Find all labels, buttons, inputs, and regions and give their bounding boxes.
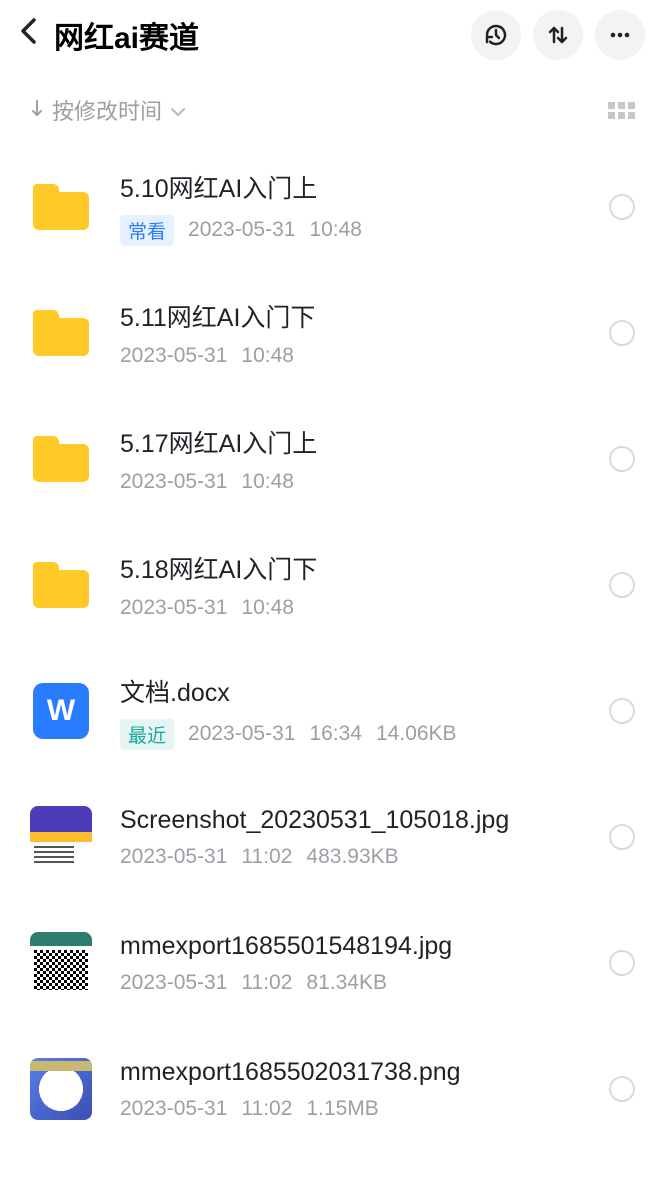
item-date: 2023-05-31 (120, 845, 227, 869)
sort-label[interactable]: 按修改时间 (52, 94, 162, 126)
item-date: 2023-05-31 (120, 1097, 227, 1121)
select-radio[interactable] (609, 320, 635, 346)
transfer-icon (545, 22, 571, 48)
image-thumbnail (30, 806, 92, 868)
item-time: 11:02 (241, 1097, 292, 1121)
item-time: 10:48 (241, 344, 294, 368)
item-subtitle: 2023-05-31 11:02 1.15MB (120, 1097, 595, 1121)
item-size: 1.15MB (306, 1097, 378, 1121)
item-time: 16:34 (309, 722, 362, 746)
item-meta: mmexport1685501548194.jpg 2023-05-31 11:… (120, 932, 595, 995)
item-meta: 5.11网红AI入门下 2023-05-31 10:48 (120, 298, 595, 368)
transfer-button[interactable] (533, 10, 583, 60)
item-subtitle: 2023-05-31 11:02 483.93KB (120, 845, 595, 869)
item-meta: Screenshot_20230531_105018.jpg 2023-05-3… (120, 806, 595, 869)
item-time: 10:48 (241, 596, 294, 620)
word-doc-icon: W (30, 680, 92, 742)
view-toggle-button[interactable] (608, 102, 635, 119)
more-icon (607, 22, 633, 48)
item-size: 483.93KB (306, 845, 398, 869)
item-time: 10:48 (309, 218, 362, 242)
item-date: 2023-05-31 (120, 344, 227, 368)
list-item[interactable]: mmexport1685501548194.jpg 2023-05-31 11:… (0, 900, 665, 1026)
item-meta: 5.17网红AI入门上 2023-05-31 10:48 (120, 424, 595, 494)
item-subtitle: 常看 2023-05-31 10:48 (120, 215, 595, 246)
sort-bar: 按修改时间 (0, 70, 665, 144)
page-title: 网红ai赛道 (54, 13, 459, 57)
list-item[interactable]: 5.11网红AI入门下 2023-05-31 10:48 (0, 270, 665, 396)
item-subtitle: 2023-05-31 10:48 (120, 596, 595, 620)
item-meta: 5.18网红AI入门下 2023-05-31 10:48 (120, 550, 595, 620)
item-date: 2023-05-31 (188, 218, 295, 242)
item-subtitle: 2023-05-31 11:02 81.34KB (120, 971, 595, 995)
sort-direction-icon[interactable] (30, 97, 44, 123)
item-size: 81.34KB (306, 971, 387, 995)
file-list: 5.10网红AI入门上 常看 2023-05-31 10:48 5.11网红AI… (0, 144, 665, 1152)
item-name: 5.17网红AI入门上 (120, 424, 595, 460)
header: 网红ai赛道 (0, 0, 665, 70)
item-name: 5.18网红AI入门下 (120, 550, 595, 586)
select-radio[interactable] (609, 824, 635, 850)
item-subtitle: 2023-05-31 10:48 (120, 470, 595, 494)
item-subtitle: 最近 2023-05-31 16:34 14.06KB (120, 719, 595, 750)
chevron-left-icon (20, 18, 36, 44)
select-radio[interactable] (609, 950, 635, 976)
item-date: 2023-05-31 (188, 722, 295, 746)
item-date: 2023-05-31 (120, 971, 227, 995)
history-icon (483, 22, 509, 48)
item-badge: 常看 (120, 215, 174, 246)
select-radio[interactable] (609, 1076, 635, 1102)
list-item[interactable]: 5.10网红AI入门上 常看 2023-05-31 10:48 (0, 144, 665, 270)
item-date: 2023-05-31 (120, 596, 227, 620)
history-button[interactable] (471, 10, 521, 60)
item-time: 11:02 (241, 845, 292, 869)
item-time: 10:48 (241, 470, 294, 494)
select-radio[interactable] (609, 446, 635, 472)
item-date: 2023-05-31 (120, 470, 227, 494)
item-time: 11:02 (241, 971, 292, 995)
item-meta: 5.10网红AI入门上 常看 2023-05-31 10:48 (120, 169, 595, 246)
list-item[interactable]: mmexport1685502031738.png 2023-05-31 11:… (0, 1026, 665, 1152)
item-name: mmexport1685502031738.png (120, 1058, 595, 1087)
folder-icon (30, 176, 92, 238)
item-badge: 最近 (120, 719, 174, 750)
item-name: 文档.docx (120, 673, 595, 709)
item-meta: mmexport1685502031738.png 2023-05-31 11:… (120, 1058, 595, 1121)
list-item[interactable]: W 文档.docx 最近 2023-05-31 16:34 14.06KB (0, 648, 665, 774)
item-name: 5.11网红AI入门下 (120, 298, 595, 334)
item-subtitle: 2023-05-31 10:48 (120, 344, 595, 368)
item-name: Screenshot_20230531_105018.jpg (120, 806, 595, 835)
item-name: mmexport1685501548194.jpg (120, 932, 595, 961)
item-name: 5.10网红AI入门上 (120, 169, 595, 205)
list-item[interactable]: Screenshot_20230531_105018.jpg 2023-05-3… (0, 774, 665, 900)
item-meta: 文档.docx 最近 2023-05-31 16:34 14.06KB (120, 673, 595, 750)
select-radio[interactable] (609, 698, 635, 724)
more-button[interactable] (595, 10, 645, 60)
chevron-down-icon[interactable] (170, 97, 186, 123)
select-radio[interactable] (609, 572, 635, 598)
back-button[interactable] (20, 18, 36, 52)
list-item[interactable]: 5.18网红AI入门下 2023-05-31 10:48 (0, 522, 665, 648)
item-size: 14.06KB (376, 722, 457, 746)
folder-icon (30, 302, 92, 364)
image-thumbnail (30, 1058, 92, 1120)
image-thumbnail (30, 932, 92, 994)
select-radio[interactable] (609, 194, 635, 220)
folder-icon (30, 428, 92, 490)
list-item[interactable]: 5.17网红AI入门上 2023-05-31 10:48 (0, 396, 665, 522)
folder-icon (30, 554, 92, 616)
